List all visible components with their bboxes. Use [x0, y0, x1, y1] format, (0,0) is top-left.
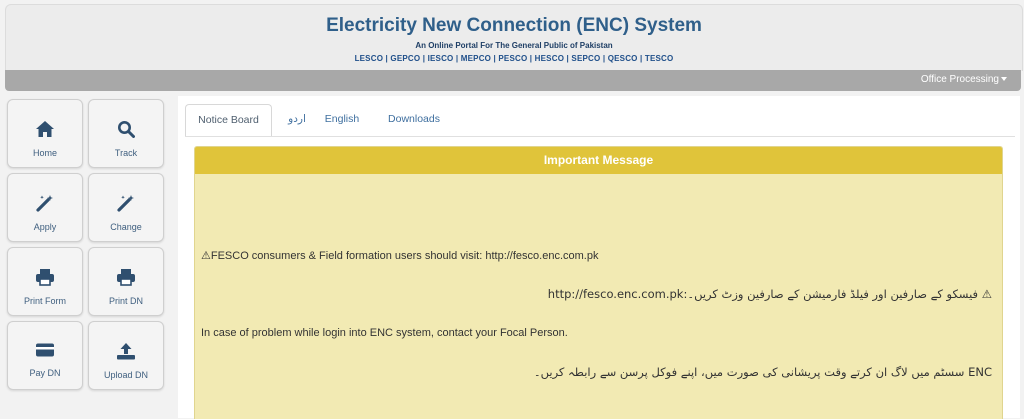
upload-icon: [117, 343, 135, 360]
page-title: Electricity New Connection (ENC) System: [326, 15, 702, 36]
tab-notice-board[interactable]: Notice Board: [185, 104, 272, 137]
top-nav-bar: Office Processing: [5, 70, 1021, 91]
magic-wand-icon: [117, 195, 134, 212]
notice-line-fesco-urdu: ⚠ فیسکو کے صارفین اور فیلڈ فارمیشن کے صا…: [547, 287, 992, 301]
notice-panel: Important Message ⚠FESCO consumers & Fie…: [194, 146, 1003, 419]
home-icon: [36, 121, 54, 137]
printer-icon: [36, 269, 54, 286]
caret-down-icon: [1001, 77, 1007, 82]
credit-card-icon: [36, 343, 54, 357]
notice-line-login-problem: In case of problem while login into ENC …: [201, 327, 568, 339]
home-button[interactable]: Home: [7, 99, 83, 168]
printer-icon: [117, 269, 135, 286]
office-processing-label: Office Processing: [920, 74, 999, 85]
notice-heading: Important Message: [195, 147, 1002, 174]
page-header: Electricity New Connection (ENC) System …: [5, 4, 1023, 71]
main-content: Notice Board اردو English Downloads Impo…: [178, 96, 1020, 419]
notice-line-login-problem-urdu: ENC سسٹم میں لاگ ان کرتے وقت پریشانی کی …: [533, 365, 992, 379]
track-label: Track: [114, 148, 138, 158]
pay-dn-button[interactable]: Pay DN: [7, 321, 83, 390]
apply-button[interactable]: Apply: [7, 173, 83, 242]
page-subtitle: An Online Portal For The General Public …: [415, 41, 613, 50]
disco-list: LESCO | GEPCO | IESCO | MEPCO | PESCO | …: [354, 54, 674, 63]
upload-dn-button[interactable]: Upload DN: [88, 321, 164, 390]
print-form-button[interactable]: Print Form: [7, 247, 83, 316]
tab-urdu[interactable]: اردو: [278, 104, 316, 135]
apply-label: Apply: [33, 222, 57, 232]
notice-line-fesco: ⚠FESCO consumers & Field formation users…: [201, 250, 599, 262]
print-dn-label: Print DN: [108, 296, 143, 306]
home-label: Home: [32, 148, 57, 158]
pay-dn-label: Pay DN: [29, 368, 61, 378]
track-button[interactable]: Track: [88, 99, 164, 168]
office-processing-menu[interactable]: Office Processing: [921, 74, 1007, 85]
tab-english[interactable]: English: [323, 104, 361, 135]
print-dn-button[interactable]: Print DN: [88, 247, 164, 316]
search-icon: [118, 121, 135, 138]
tab-divider: [185, 136, 1015, 137]
print-form-label: Print Form: [23, 296, 66, 306]
upload-dn-label: Upload DN: [103, 370, 149, 380]
change-label: Change: [110, 222, 142, 232]
magic-wand-icon: [36, 195, 53, 212]
change-button[interactable]: Change: [88, 173, 164, 242]
tab-downloads[interactable]: Downloads: [386, 104, 442, 135]
